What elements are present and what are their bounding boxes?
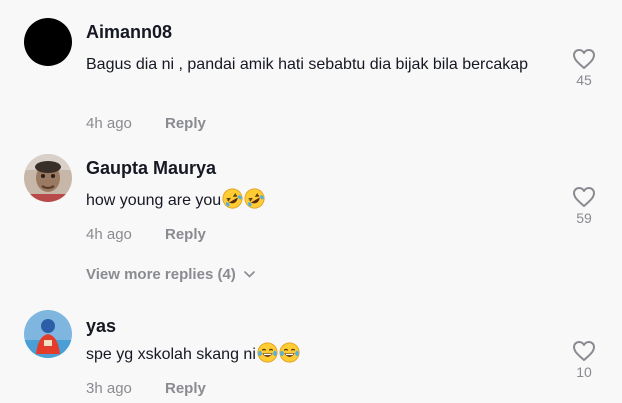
- comments-panel: Aimann08 Bagus dia ni , pandai amik hati…: [0, 0, 622, 403]
- comment-username[interactable]: Aimann08: [86, 22, 172, 43]
- avatar-photo: [24, 154, 72, 202]
- comment-text: how young are you: [86, 188, 546, 214]
- reply-button[interactable]: Reply: [165, 115, 206, 132]
- like-count: 10: [576, 364, 592, 380]
- like-count: 59: [576, 210, 592, 226]
- heart-icon: [573, 187, 595, 207]
- avatar[interactable]: [24, 154, 72, 202]
- tears-of-joy-emoji: [257, 342, 278, 363]
- reply-button[interactable]: Reply: [165, 380, 206, 397]
- comment-timestamp: 4h ago: [86, 115, 132, 132]
- like-count: 45: [576, 72, 592, 88]
- view-more-replies-label: View more replies (4): [86, 266, 236, 283]
- comment-text: spe yg xskolah skang ni: [86, 342, 546, 368]
- like-button[interactable]: 45: [570, 48, 598, 88]
- heart-icon: [573, 49, 595, 69]
- like-button[interactable]: 10: [570, 340, 598, 380]
- comment-text: Bagus dia ni , pandai amik hati sebabtu …: [86, 56, 529, 73]
- like-button[interactable]: 59: [570, 186, 598, 226]
- comment-username[interactable]: Gaupta Maurya: [86, 158, 216, 179]
- rolling-on-floor-laughing-emoji: [222, 188, 243, 209]
- comment-timestamp: 4h ago: [86, 226, 132, 243]
- chevron-down-icon: [243, 271, 255, 278]
- avatar[interactable]: [24, 310, 72, 358]
- comment-text-content: spe yg xskolah skang ni: [86, 346, 256, 363]
- comment-timestamp: 3h ago: [86, 380, 132, 397]
- rolling-on-floor-laughing-emoji: [244, 188, 265, 209]
- comment-text-content: how young are you: [86, 192, 222, 209]
- comment-username[interactable]: yas: [86, 316, 116, 337]
- heart-icon: [573, 341, 595, 361]
- avatar[interactable]: [24, 18, 72, 66]
- reply-button[interactable]: Reply: [165, 226, 206, 243]
- avatar-photo: [24, 310, 72, 358]
- tears-of-joy-emoji: [279, 342, 300, 363]
- view-more-replies-button[interactable]: View more replies (4): [86, 266, 255, 283]
